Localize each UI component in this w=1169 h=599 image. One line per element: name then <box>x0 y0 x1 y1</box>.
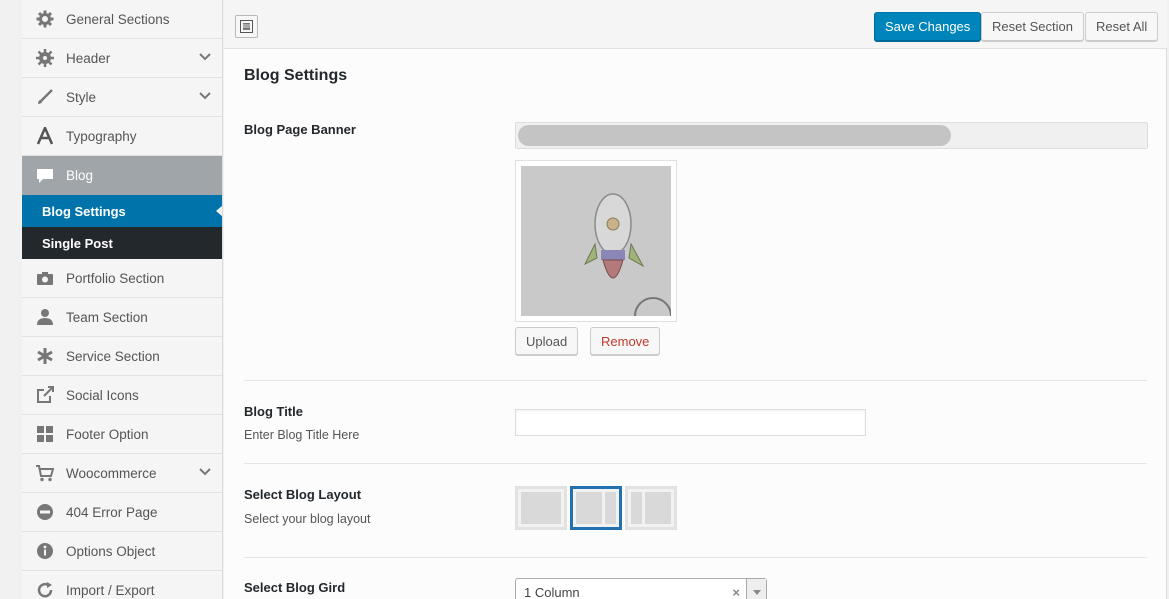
asterisk-icon <box>36 347 54 365</box>
sidebar-subitem-label: Single Post <box>42 235 113 251</box>
options-panel: Save Changes Reset Section Reset All Blo… <box>224 0 1167 599</box>
blog-grid-select[interactable]: 1 Column × <box>515 578 767 599</box>
layout-block <box>631 492 642 524</box>
sidebar-item-style[interactable]: Style <box>22 78 222 117</box>
sidebar-item-label: Options Object <box>66 543 156 559</box>
sidebar-subitem-single-post[interactable]: Single Post <box>22 227 222 259</box>
blog-banner-label: Blog Page Banner <box>244 122 356 137</box>
gear-icon <box>36 10 54 28</box>
blog-title-input[interactable] <box>515 409 866 436</box>
sidebar-item-label: Typography <box>66 128 137 144</box>
remove-button[interactable]: Remove <box>590 327 661 355</box>
field-divider <box>244 557 1147 558</box>
expand-icon <box>240 20 253 33</box>
layout-block <box>605 492 616 524</box>
save-changes-button[interactable]: Save Changes <box>874 12 982 41</box>
chevron-down-icon[interactable] <box>198 50 212 64</box>
sidebar-item-404-error-page[interactable]: 404 Error Page <box>22 493 222 532</box>
blog-layout-desc: Select your blog layout <box>244 512 371 526</box>
sidebar-item-label: Footer Option <box>66 426 149 442</box>
options-sidebar: General Sections Header Style Typography… <box>22 0 223 599</box>
sidebar-item-label: 404 Error Page <box>66 504 158 520</box>
blog-title-label: Blog Title <box>244 404 303 419</box>
banner-progress-fill <box>518 125 951 146</box>
left-gutter <box>0 0 22 599</box>
font-icon <box>36 127 54 145</box>
chevron-down-icon[interactable] <box>198 89 212 103</box>
banner-preview <box>515 160 677 322</box>
expand-options-button[interactable] <box>235 15 258 38</box>
banner-image <box>521 166 671 316</box>
sidebar-item-typography[interactable]: Typography <box>22 117 222 156</box>
banner-upload-progress <box>515 122 1148 149</box>
sidebar-item-header[interactable]: Header <box>22 39 222 78</box>
sidebar-item-label: General Sections <box>66 11 170 27</box>
layout-option-left-sidebar[interactable] <box>625 486 677 530</box>
minus-circle-icon <box>36 503 54 521</box>
sidebar-subitem-label: Blog Settings <box>42 203 126 219</box>
field-divider <box>244 463 1147 464</box>
sidebar-item-label: Social Icons <box>66 387 139 403</box>
options-toolbar: Save Changes Reset Section Reset All <box>224 0 1167 49</box>
sidebar-item-general-sections[interactable]: General Sections <box>22 0 222 39</box>
sidebar-item-label: Blog <box>66 168 94 183</box>
sidebar-item-label: Team Section <box>66 309 148 325</box>
upload-button[interactable]: Upload <box>515 327 579 355</box>
sidebar-item-label: Header <box>66 50 111 66</box>
sidebar-item-social-icons[interactable]: Social Icons <box>22 376 222 415</box>
sidebar-item-label: Service Section <box>66 348 160 364</box>
refresh-icon <box>36 581 54 599</box>
sidebar-item-label: Style <box>66 89 97 105</box>
sidebar-item-portfolio-section[interactable]: Portfolio Section <box>22 259 222 298</box>
clear-icon[interactable]: × <box>732 585 740 599</box>
sidebar-item-team-section[interactable]: Team Section <box>22 298 222 337</box>
sidebar-item-label: Woocommerce <box>66 465 157 481</box>
section-title: Blog Settings <box>244 67 348 84</box>
brush-icon <box>36 88 54 106</box>
layout-block <box>521 492 561 524</box>
sidebar-item-import-export[interactable]: Import / Export <box>22 571 222 599</box>
grid-icon <box>36 425 54 443</box>
sidebar-subitem-blog-settings[interactable]: Blog Settings <box>22 195 222 227</box>
camera-icon <box>36 269 54 287</box>
layout-block <box>576 492 602 524</box>
info-icon <box>36 542 54 560</box>
layout-option-full-width[interactable] <box>515 486 567 530</box>
layout-block <box>645 492 671 524</box>
blog-grid-label: Select Blog Gird <box>244 580 346 595</box>
user-icon <box>36 308 54 326</box>
select-value: 1 Column <box>524 585 580 599</box>
comment-icon <box>36 167 54 185</box>
cart-icon <box>36 464 54 482</box>
reset-section-button[interactable]: Reset Section <box>981 12 1084 41</box>
sidebar-item-options-object[interactable]: Options Object <box>22 532 222 571</box>
layout-option-right-sidebar[interactable] <box>570 486 622 530</box>
sidebar-item-label: Portfolio Section <box>66 270 165 286</box>
field-divider <box>244 380 1147 381</box>
sidebar-item-blog[interactable]: Blog <box>22 156 222 195</box>
blog-layout-options <box>515 486 679 530</box>
sidebar-item-label: Import / Export <box>66 582 155 598</box>
chevron-down-icon[interactable] <box>198 465 212 479</box>
chevron-down-icon[interactable] <box>746 579 766 599</box>
reset-all-button[interactable]: Reset All <box>1085 12 1159 41</box>
sidebar-item-footer-option[interactable]: Footer Option <box>22 415 222 454</box>
blog-title-desc: Enter Blog Title Here <box>244 428 360 442</box>
cog-icon <box>36 49 54 67</box>
sidebar-item-woocommerce[interactable]: Woocommerce <box>22 454 222 493</box>
share-icon <box>36 386 54 404</box>
sidebar-item-service-section[interactable]: Service Section <box>22 337 222 376</box>
blog-layout-label: Select Blog Layout <box>244 487 362 502</box>
